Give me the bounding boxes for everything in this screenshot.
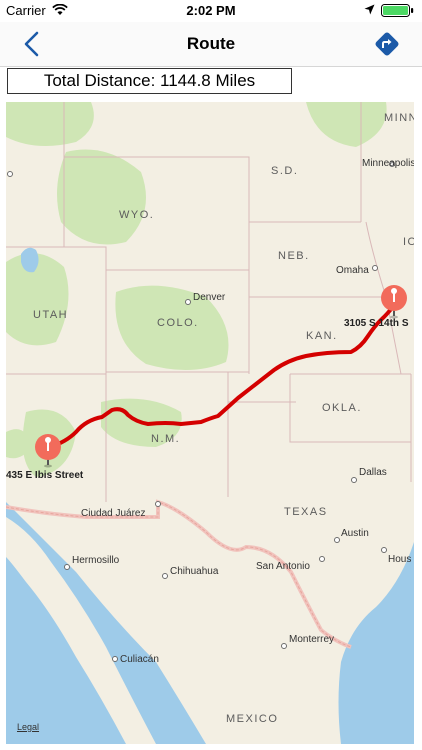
route-map[interactable]: S.D. WYO. NEB. UTAH COLO. KAN. OKLA. N.M…: [6, 102, 414, 744]
legal-link[interactable]: Legal: [17, 722, 39, 732]
navigation-bar: Route: [0, 22, 422, 67]
state-label-okla: OKLA.: [322, 402, 362, 414]
city-label-chihuahua: Chihuahua: [170, 566, 219, 577]
state-label-texas: TEXAS: [284, 506, 328, 518]
city-dot-omaha: [372, 265, 378, 271]
city-label-san-antonio: San Antonio: [256, 561, 310, 572]
total-distance-label: Total Distance: 1144.8 Miles: [7, 68, 292, 94]
city-label-ciudad-juarez: Ciudad Juárez: [81, 508, 145, 519]
city-dot-dallas: [351, 477, 357, 483]
city-dot-hermosillo: [64, 564, 70, 570]
city-dot-culiacan: [112, 656, 118, 662]
city-label-minneapolis: Minneapolis: [362, 158, 414, 169]
city-label-houston: Hous: [388, 554, 411, 565]
state-label-utah: UTAH: [33, 309, 68, 321]
directions-icon[interactable]: [374, 31, 400, 57]
city-label-monterrey: Monterrey: [289, 634, 334, 645]
city-dot-west: [7, 171, 13, 177]
state-label-wyo: WYO.: [119, 209, 154, 221]
location-arrow-icon: [364, 4, 375, 15]
city-dot-houston: [381, 547, 387, 553]
state-label-kan: KAN.: [306, 330, 338, 342]
city-label-dallas: Dallas: [359, 467, 387, 478]
status-bar: Carrier 2:02 PM: [0, 0, 422, 22]
city-label-austin: Austin: [341, 528, 369, 539]
city-label-denver: Denver: [193, 292, 226, 303]
start-address-label: 435 E Ibis Street: [6, 470, 84, 481]
city-dot-san-antonio: [319, 556, 325, 562]
state-label-minn: MINN: [384, 112, 414, 124]
state-label-nm: N.M.: [151, 433, 180, 445]
state-label-iowa: IO: [403, 236, 414, 248]
map-canvas[interactable]: S.D. WYO. NEB. UTAH COLO. KAN. OKLA. N.M…: [6, 102, 414, 744]
country-label-mexico: MEXICO: [226, 713, 278, 725]
status-time: 2:02 PM: [186, 3, 236, 18]
city-label-hermosillo: Hermosillo: [72, 555, 120, 566]
page-title: Route: [186, 34, 236, 53]
battery-icon: [381, 4, 414, 17]
city-dot-monterrey: [281, 643, 287, 649]
city-dot-ciudad-juarez: [155, 501, 161, 507]
state-label-neb: NEB.: [278, 250, 310, 262]
state-label-sd: S.D.: [271, 165, 298, 177]
end-address-label: 3105 S 14th S: [344, 318, 409, 329]
city-label-culiacan: Culiacán: [120, 654, 159, 665]
city-label-omaha: Omaha: [336, 265, 369, 276]
state-label-colo: COLO.: [157, 317, 199, 329]
city-dot-denver: [185, 299, 191, 305]
city-dot-chihuahua: [162, 573, 168, 579]
city-dot-austin: [334, 537, 340, 543]
